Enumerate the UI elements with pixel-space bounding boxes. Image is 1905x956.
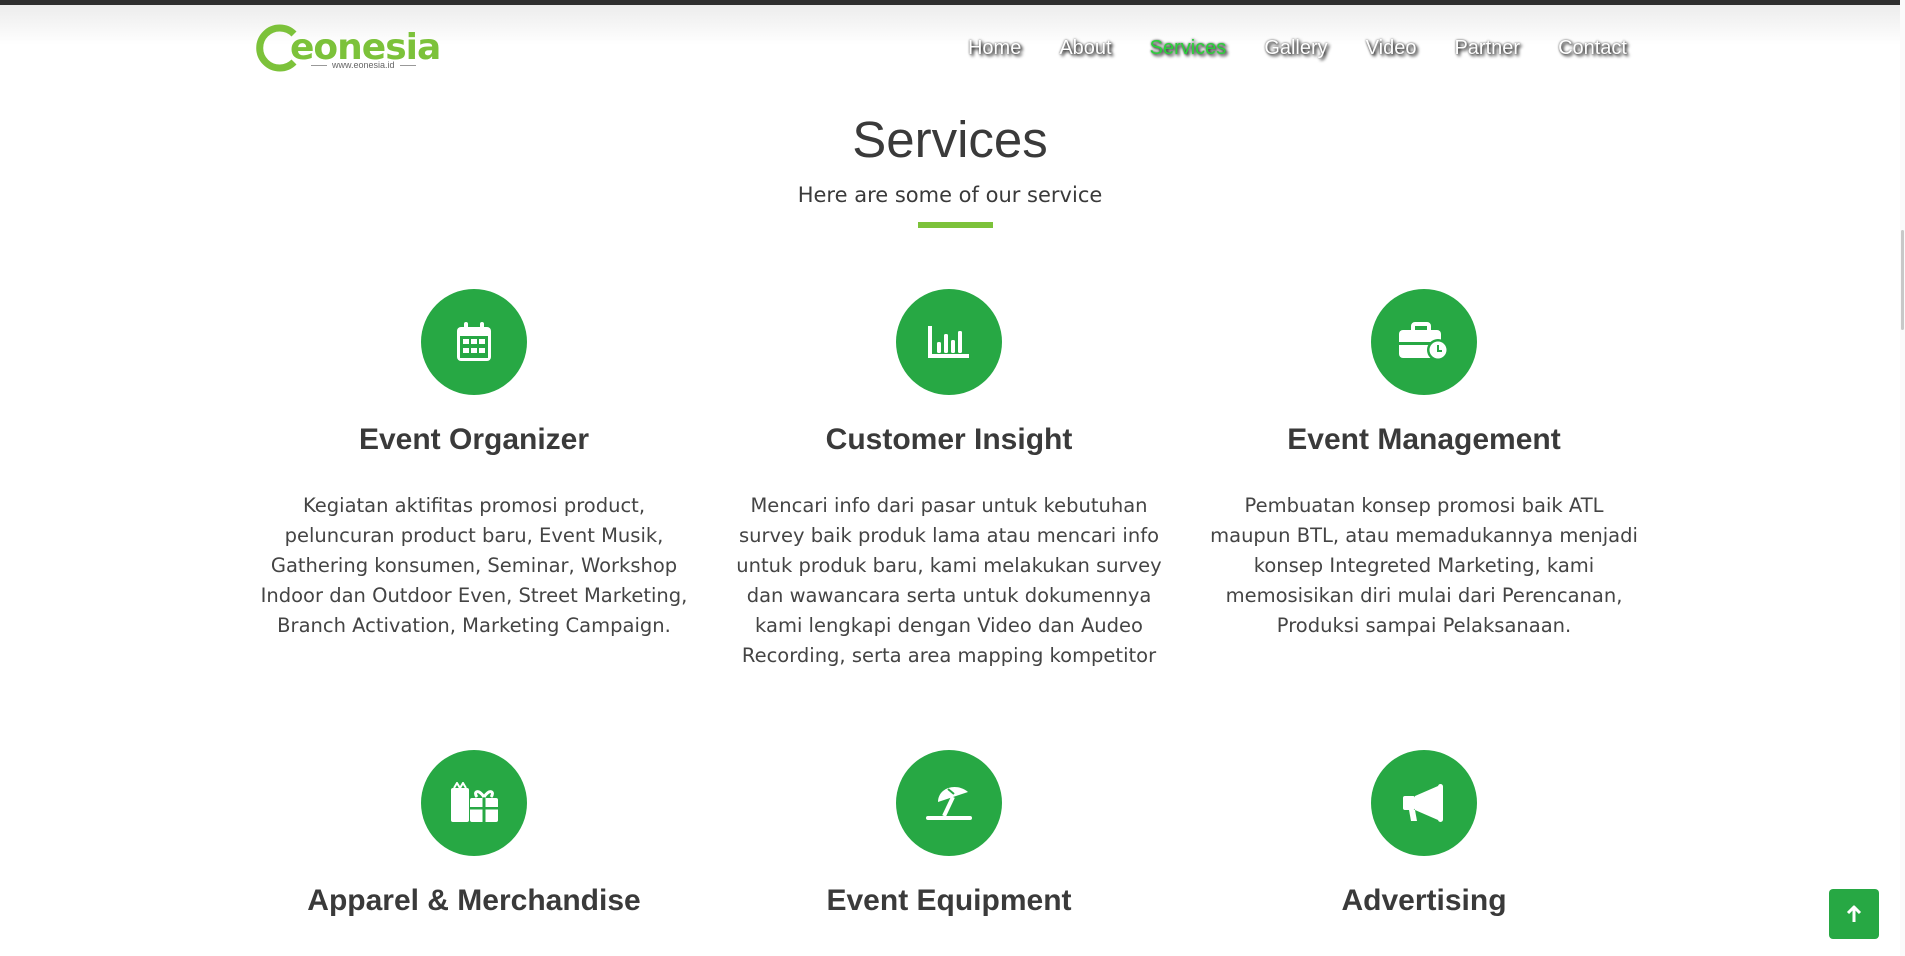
service-icon-circle	[421, 750, 527, 856]
service-title: Advertising	[1341, 884, 1507, 917]
gifts-icon	[451, 782, 498, 822]
logo-url: www.eonesia.id	[306, 60, 421, 70]
service-icon-circle	[896, 750, 1002, 856]
bullhorn-icon	[1403, 784, 1443, 822]
service-customer-insight: Customer Insight Mencari info dari pasar…	[729, 289, 1169, 671]
nav-partner[interactable]: Partner	[1454, 37, 1520, 60]
service-description: Mencari info dari pasar untuk kebutuhan …	[736, 494, 1162, 667]
service-title: Apparel & Merchandise	[307, 884, 641, 917]
service-event-management: Event Management Pembuatan konsep promos…	[1204, 289, 1644, 641]
service-apparel-merchandise: Apparel & Merchandise	[254, 750, 694, 952]
section-subtitle: Here are some of our service	[797, 183, 1103, 207]
main-nav: Home About Services Gallery Video Partne…	[968, 37, 1627, 60]
service-advertising: Advertising	[1204, 750, 1644, 952]
nav-home[interactable]: Home	[968, 37, 1021, 60]
service-icon-circle	[1371, 289, 1477, 395]
arrow-up-icon	[1846, 905, 1862, 922]
service-description: Pembuatan konsep promosi baik ATL maupun…	[1210, 494, 1638, 637]
service-title: Customer Insight	[825, 423, 1073, 456]
service-title: Event Organizer	[358, 423, 590, 456]
nav-services[interactable]: Services	[1150, 37, 1227, 60]
service-icon-circle	[421, 289, 527, 395]
scroll-to-top-button[interactable]	[1829, 889, 1879, 939]
briefcase-clock-icon	[1399, 322, 1449, 361]
service-icon-circle	[896, 289, 1002, 395]
logo[interactable]: eonesia www.eonesia.id	[256, 20, 441, 76]
title-underline	[918, 222, 993, 228]
umbrella-beach-icon	[926, 787, 972, 820]
calendar-icon	[457, 322, 491, 361]
service-icon-circle	[1371, 750, 1477, 856]
service-event-equipment: Event Equipment	[729, 750, 1169, 952]
nav-gallery[interactable]: Gallery	[1264, 37, 1327, 60]
nav-video[interactable]: Video	[1366, 37, 1417, 60]
section-title: Services	[852, 111, 1048, 168]
nav-contact[interactable]: Contact	[1558, 37, 1627, 60]
service-title: Event Management	[1287, 423, 1561, 456]
scrollbar[interactable]	[1900, 0, 1905, 956]
service-event-organizer: Event Organizer Kegiatan aktifitas promo…	[254, 289, 694, 641]
bar-chart-icon	[928, 326, 969, 358]
nav-about[interactable]: About	[1059, 37, 1111, 60]
service-title: Event Equipment	[826, 884, 1072, 917]
scrollbar-thumb[interactable]	[1901, 230, 1904, 330]
service-description: Kegiatan aktifitas promosi product, pelu…	[260, 494, 688, 637]
